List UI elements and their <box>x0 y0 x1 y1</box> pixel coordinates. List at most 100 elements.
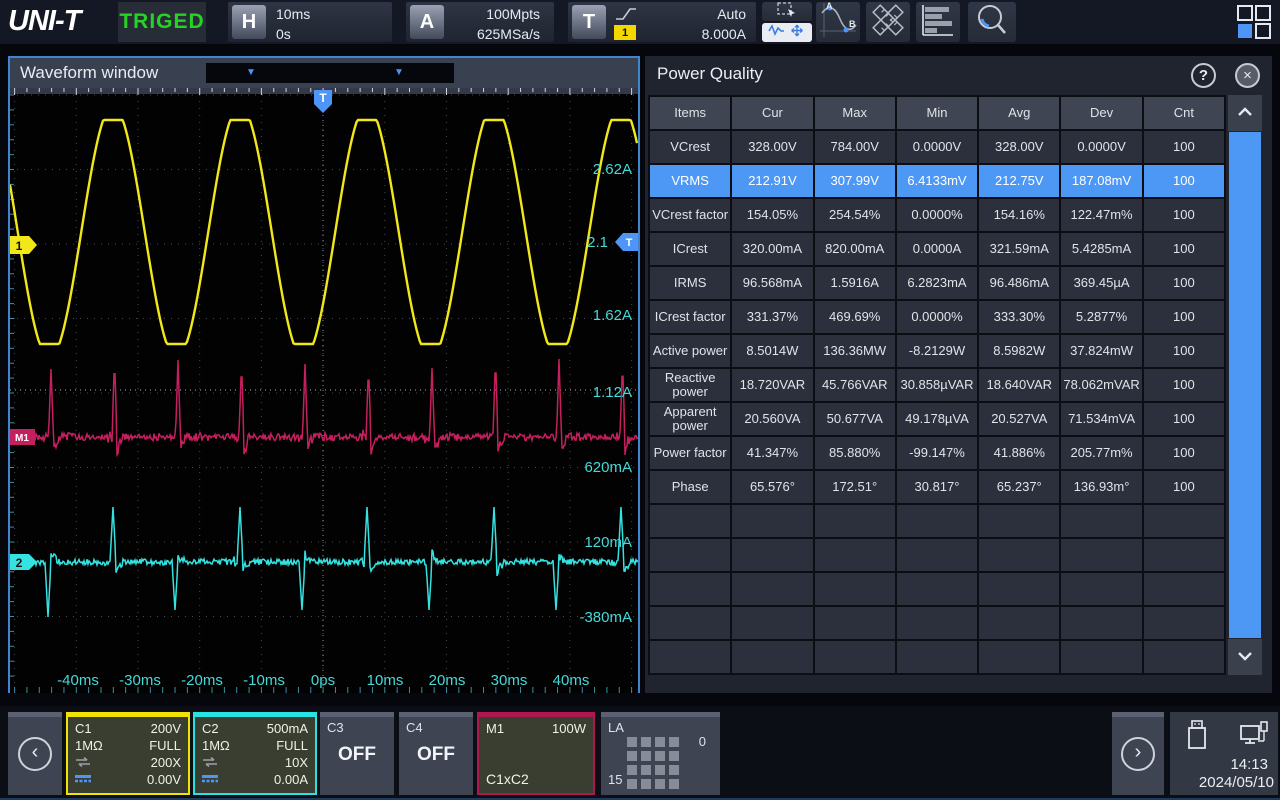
amplitude-label: 120mA <box>552 534 632 551</box>
channel-tile-c1[interactable]: C1200V 1MΩFULL 200X 0.00V <box>66 712 190 795</box>
pq-row-icrest[interactable]: ICrest320.00mA820.00mA0.0000A321.59mA5.4… <box>649 232 1225 266</box>
pq-cell: 78.062mVAR <box>1060 368 1142 402</box>
pq-empty-cell <box>896 606 978 640</box>
pq-empty-cell <box>731 538 813 572</box>
trigger-mode: Auto <box>702 4 746 24</box>
search-button[interactable] <box>968 2 1016 42</box>
search-icon <box>973 1 1011 44</box>
status-tile[interactable]: 14:13 2024/05/10 <box>1170 712 1278 795</box>
pq-cell: Power factor <box>649 436 731 470</box>
pq-cell: 122.47m% <box>1060 198 1142 232</box>
pq-row-vcrest[interactable]: VCrest328.00V784.00V0.0000V328.00V0.0000… <box>649 130 1225 164</box>
c4-state: OFF <box>399 744 473 766</box>
la-bit <box>669 765 679 775</box>
time-label: -20ms <box>170 672 234 689</box>
la-bit <box>627 779 637 789</box>
pq-row-irms[interactable]: IRMS96.568mA1.5916A6.2823mA96.486mA369.4… <box>649 266 1225 300</box>
svg-text:T: T <box>319 91 327 105</box>
pq-cell: VRMS <box>649 164 731 198</box>
pq-table-head: ItemsCurMaxMinAvgDevCnt <box>649 96 1225 130</box>
close-button[interactable]: × <box>1235 63 1260 88</box>
channel-tile-c3[interactable]: C3 OFF <box>320 712 394 795</box>
pq-row-icrest-factor[interactable]: ICrest factor331.37%469.69%0.0000%333.30… <box>649 300 1225 334</box>
waveform-plot[interactable]: TT1M12 2.62A2.11.62A1.12A620mA120mA-380m… <box>10 88 638 693</box>
amplitude-label: 2.1 <box>528 234 608 251</box>
acquire-settings-button[interactable]: A 100Mpts 625MSa/s <box>406 2 554 42</box>
waveform-move-button[interactable] <box>762 23 812 42</box>
logic-tile-la[interactable]: LA 0 15 <box>601 712 720 795</box>
pq-cell: 0.0000% <box>896 300 978 334</box>
pq-row-power-factor[interactable]: Power factor41.347%85.880%-99.147%41.886… <box>649 436 1225 470</box>
pq-empty-cell <box>731 504 813 538</box>
pq-empty-cell <box>1143 538 1225 572</box>
dc-coupling-icon <box>75 772 91 787</box>
la-bit-high: 0 <box>699 734 706 749</box>
trigger-source-badge: 1 <box>614 25 636 40</box>
pq-empty-cell <box>1060 538 1142 572</box>
help-button[interactable]: ? <box>1191 63 1216 88</box>
pq-cell: 6.2823mA <box>896 266 978 300</box>
pq-cell: 136.93m° <box>1060 470 1142 504</box>
display-layout-button[interactable] <box>1236 4 1272 40</box>
pq-empty-cell <box>814 606 896 640</box>
top-bar: UNI-T TRIGED H 10ms 0s A 100Mpts 625MSa/… <box>0 0 1280 44</box>
waveform-window-titlebar: Waveform window ▼ ▼ <box>10 58 638 88</box>
pq-cell: -99.147% <box>896 436 978 470</box>
pq-cell: 45.766VAR <box>814 368 896 402</box>
xy-graph-button[interactable]: A B <box>816 2 860 42</box>
waveform-source-dropdown[interactable]: ▼ ▼ <box>206 63 454 83</box>
pq-empty-row <box>649 504 1225 538</box>
pq-row-apparent-power[interactable]: Apparent power20.560VA50.677VA49.178µVA2… <box>649 402 1225 436</box>
scroll-down-button[interactable] <box>1228 639 1262 675</box>
pq-cell: 50.677VA <box>814 402 896 436</box>
pq-row-reactive-power[interactable]: Reactive power18.720VAR45.766VAR30.858µV… <box>649 368 1225 402</box>
pq-column-header: Max <box>814 96 896 130</box>
pq-cell: 136.36MW <box>814 334 896 368</box>
power-quality-title: Power Quality <box>657 64 763 83</box>
histogram-icon <box>920 3 956 42</box>
trigger-settings-button[interactable]: T 1 Auto 8.000A <box>568 2 756 42</box>
pq-empty-cell <box>896 572 978 606</box>
la-bit <box>669 737 679 747</box>
scroll-up-button[interactable] <box>1228 95 1262 131</box>
pq-cell: 212.91V <box>731 164 813 198</box>
display-layout-icon <box>1236 27 1272 44</box>
pq-cell: 328.00V <box>731 130 813 164</box>
pq-cell: 8.5014W <box>731 334 813 368</box>
pq-row-vrms[interactable]: VRMS212.91V307.99V6.4133mV212.75V187.08m… <box>649 164 1225 198</box>
select-region-icon <box>776 2 798 22</box>
horizontal-settings-button[interactable]: H 10ms 0s <box>228 2 392 42</box>
pq-row-active-power[interactable]: Active power8.5014W136.36MW-8.2129W8.598… <box>649 334 1225 368</box>
xy-graph-icon: A B <box>818 1 858 44</box>
channel-scroll-left-button[interactable]: ‹ <box>8 712 62 795</box>
c2-range: 500mA <box>267 721 308 736</box>
scroll-track[interactable] <box>1229 132 1261 638</box>
pq-column-header: Items <box>649 96 731 130</box>
pq-cell: 1.5916A <box>814 266 896 300</box>
time-label: 40ms <box>539 672 603 689</box>
pq-cell: 100 <box>1143 198 1225 232</box>
pq-cell: 6.4133mV <box>896 164 978 198</box>
pq-row-phase[interactable]: Phase65.576°172.51°30.817°65.237°136.93m… <box>649 470 1225 504</box>
waveform-window-title: Waveform window <box>20 63 158 82</box>
pq-cell: 96.568mA <box>731 266 813 300</box>
measure-button[interactable] <box>866 2 910 42</box>
channel-tile-c4[interactable]: C4 OFF <box>399 712 473 795</box>
power-quality-header: Power Quality ? × <box>645 56 1272 94</box>
pq-row-vcrest-factor[interactable]: VCrest factor154.05%254.54%0.0000%154.16… <box>649 198 1225 232</box>
pq-empty-row <box>649 640 1225 674</box>
math-tile-m1[interactable]: M1100W C1xC2 <box>477 712 595 795</box>
pq-cell: 321.59mA <box>978 232 1060 266</box>
pq-empty-row <box>649 606 1225 640</box>
memory-depth: 100Mpts <box>477 4 540 24</box>
pq-cell: 41.347% <box>731 436 813 470</box>
channel-scroll-right-button[interactable]: › <box>1112 712 1164 795</box>
pq-column-header: Dev <box>1060 96 1142 130</box>
pq-empty-cell <box>978 572 1060 606</box>
pq-empty-cell <box>1143 606 1225 640</box>
select-region-button[interactable] <box>762 2 812 21</box>
pq-cell: 333.30% <box>978 300 1060 334</box>
histogram-button[interactable] <box>916 2 960 42</box>
close-icon: × <box>1243 58 1252 94</box>
channel-tile-c2[interactable]: C2500mA 1MΩFULL 10X 0.00A <box>193 712 317 795</box>
